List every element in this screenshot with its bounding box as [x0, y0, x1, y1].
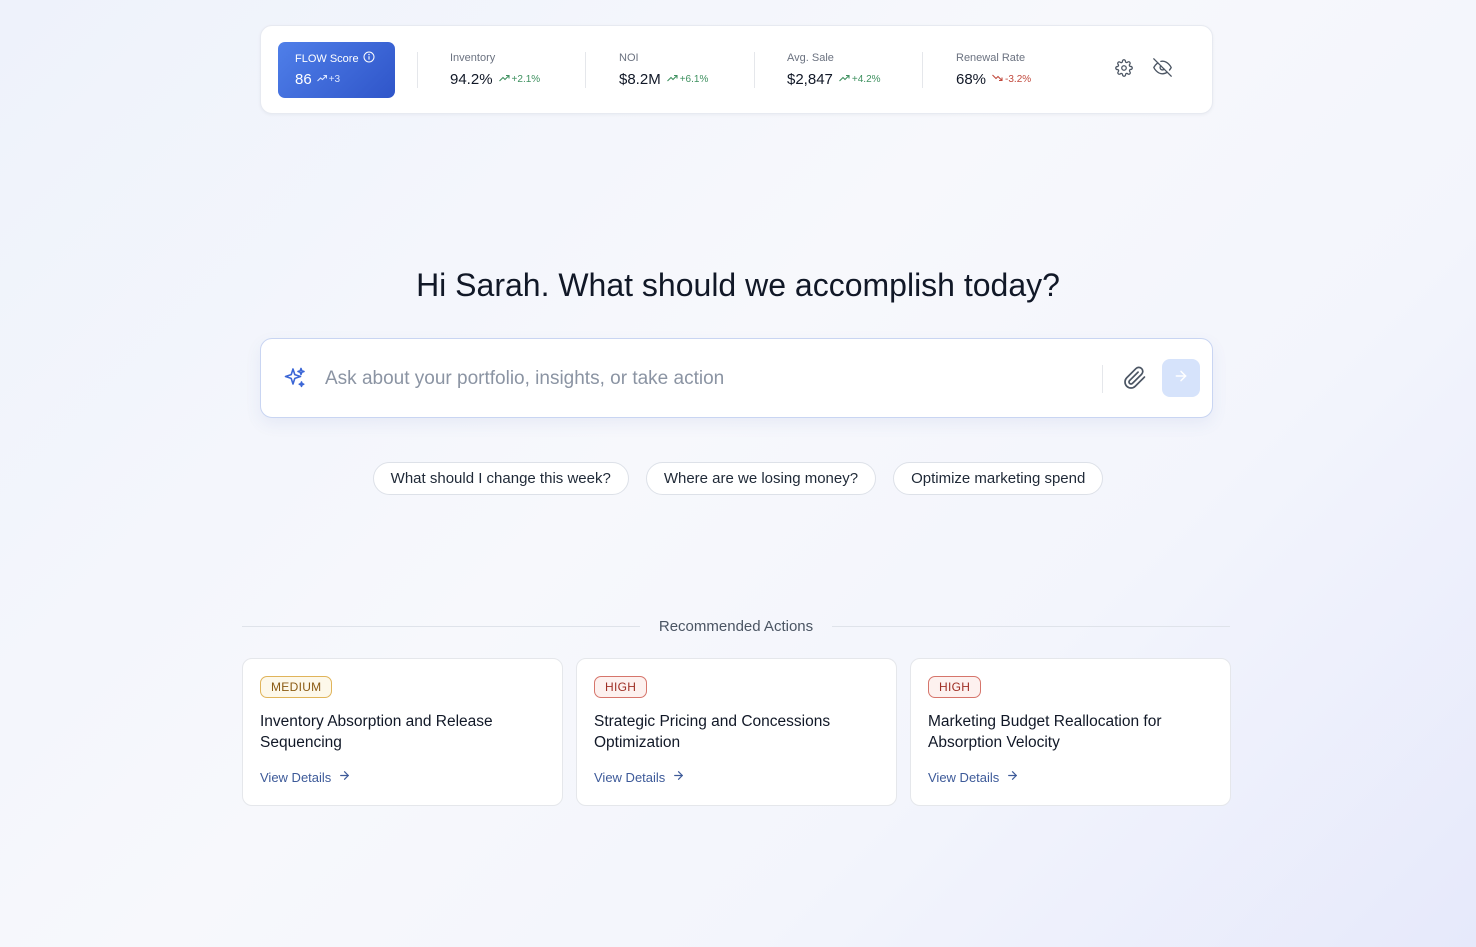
kpi-label: Inventory [450, 52, 496, 64]
attach-button[interactable] [1123, 366, 1147, 390]
kpi-avg-sale: Avg. Sale $2,847 +4.2% [787, 52, 881, 88]
kpi-value: 94.2% [450, 71, 493, 88]
action-card[interactable]: HIGH Marketing Budget Reallocation for A… [910, 658, 1231, 806]
greeting-heading: Hi Sarah. What should we accomplish toda… [416, 267, 1060, 303]
hide-metrics-button[interactable] [1152, 58, 1172, 82]
view-details-label: View Details [928, 769, 1000, 785]
divider [922, 52, 923, 88]
trend-down-icon [992, 74, 1003, 85]
arrow-right-icon [1006, 769, 1019, 785]
priority-badge: HIGH [594, 676, 648, 698]
kpi-value: 68% [956, 71, 987, 88]
recommended-header: Recommended Actions [242, 618, 1230, 635]
trend-up-icon [666, 74, 678, 85]
action-card[interactable]: HIGH Strategic Pricing and Concessions O… [576, 658, 897, 806]
kpi-delta: +2.1% [511, 74, 541, 85]
send-button[interactable] [1162, 359, 1200, 397]
suggestion-chips: What should I change this week? Where ar… [0, 462, 1476, 495]
paperclip-icon [1123, 366, 1147, 394]
priority-badge: HIGH [928, 676, 982, 698]
view-details-link[interactable]: View Details [928, 769, 1019, 785]
arrow-right-icon [672, 769, 685, 785]
view-details-label: View Details [260, 769, 332, 785]
kpi-bar: FLOW Score 86 +3 Inventory 94.2% +2.1% N… [260, 25, 1213, 114]
divider [832, 626, 1230, 627]
flow-score-value: 86 [295, 71, 312, 88]
gear-icon [1115, 58, 1133, 82]
card-title: Inventory Absorption and Release Sequenc… [260, 713, 493, 751]
kpi-label: Renewal Rate [956, 52, 1026, 64]
flow-score-label: FLOW Score [295, 52, 359, 65]
search-input[interactable] [323, 361, 1097, 397]
sparkle-icon [283, 366, 307, 390]
info-icon[interactable] [363, 51, 375, 66]
view-details-link[interactable]: View Details [260, 769, 351, 785]
divider [754, 52, 755, 88]
kpi-value: $8.2M [619, 71, 661, 88]
kpi-label: NOI [619, 52, 639, 64]
divider [417, 52, 418, 88]
suggestion-chip[interactable]: Optimize marketing spend [893, 462, 1104, 495]
trend-up-icon [316, 74, 327, 85]
kpi-renewal-rate: Renewal Rate 68% -3.2% [956, 52, 1031, 88]
kpi-label: Avg. Sale [787, 52, 834, 64]
card-title: Marketing Budget Reallocation for Absorp… [928, 713, 1162, 751]
trend-up-icon [498, 74, 510, 85]
kpi-value: $2,847 [787, 71, 833, 88]
suggestion-chip[interactable]: What should I change this week? [372, 462, 629, 495]
flow-score-delta: +3 [328, 74, 341, 85]
chat-input-box[interactable] [260, 338, 1213, 418]
settings-button[interactable] [1114, 58, 1134, 82]
eye-off-icon [1152, 58, 1172, 82]
view-details-link[interactable]: View Details [594, 769, 685, 785]
priority-badge: MEDIUM [260, 676, 333, 698]
kpi-inventory: Inventory 94.2% +2.1% [450, 52, 540, 88]
trend-up-icon [839, 74, 850, 85]
arrow-right-icon [338, 769, 351, 785]
kpi-delta: +6.1% [679, 74, 709, 85]
view-details-label: View Details [594, 769, 666, 785]
card-title: Strategic Pricing and Concessions Optimi… [594, 713, 831, 751]
divider [1102, 365, 1103, 393]
kpi-delta: -3.2% [1005, 74, 1032, 85]
arrow-right-icon [1173, 368, 1189, 389]
kpi-delta: +4.2% [851, 74, 881, 85]
action-card[interactable]: MEDIUM Inventory Absorption and Release … [242, 658, 563, 806]
suggestion-chip[interactable]: Where are we losing money? [645, 462, 877, 495]
flow-score-card[interactable]: FLOW Score 86 +3 [278, 42, 395, 98]
kpi-noi: NOI $8.2M +6.1% [619, 52, 708, 88]
divider [585, 52, 586, 88]
